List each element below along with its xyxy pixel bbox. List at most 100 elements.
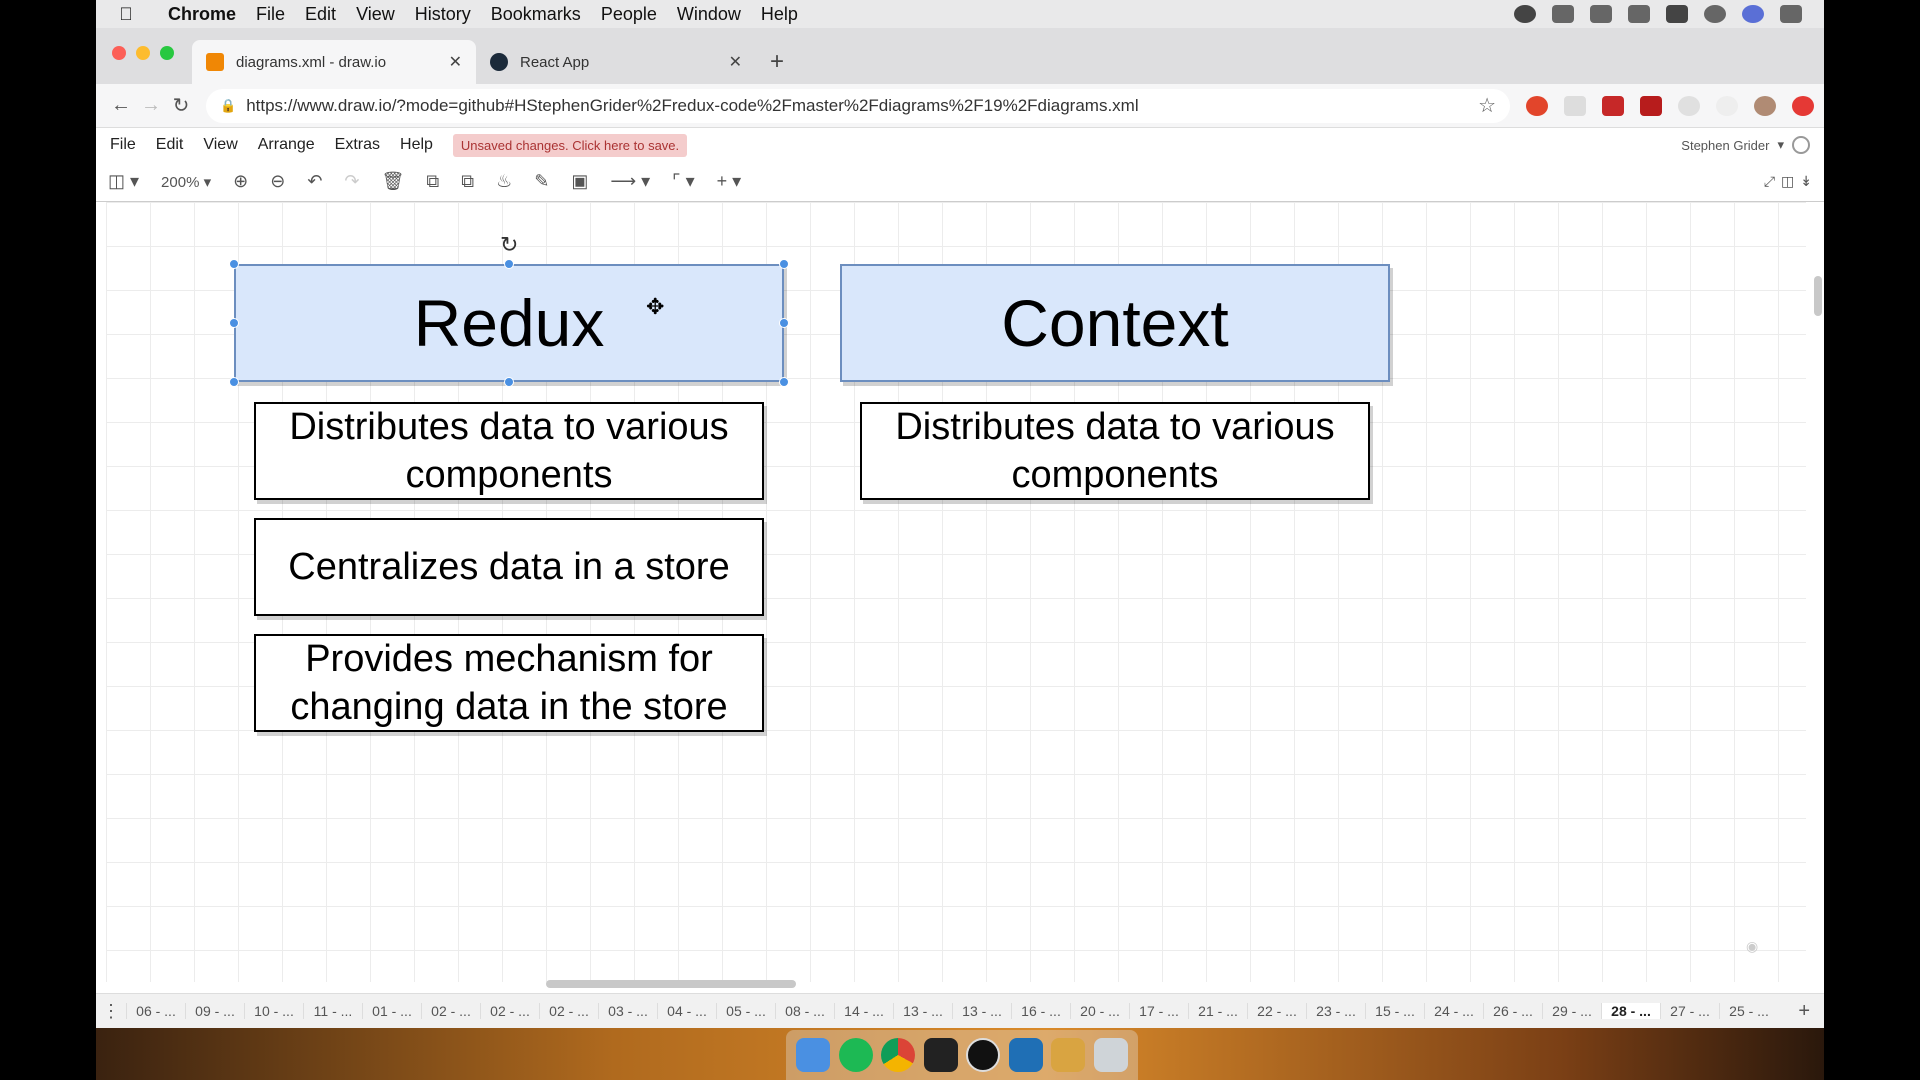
page-tab[interactable]: 08 - ... (775, 1003, 834, 1019)
resize-handle-n[interactable] (504, 259, 514, 269)
page-tab[interactable]: 21 - ... (1188, 1003, 1247, 1019)
page-tab[interactable]: 02 - ... (421, 1003, 480, 1019)
drawio-menu-extras[interactable]: Extras (335, 136, 380, 154)
forward-icon[interactable]: → (136, 94, 166, 117)
drawio-menu-edit[interactable]: Edit (156, 136, 184, 154)
vertical-scrollbar[interactable] (1814, 276, 1822, 316)
lock-icon[interactable]: 🔒 (220, 98, 236, 114)
extension-red-circle-icon[interactable] (1792, 95, 1814, 116)
page-tab[interactable]: 13 - ... (952, 1003, 1011, 1019)
resize-handle-w[interactable] (229, 318, 239, 328)
diagram-canvas[interactable]: Redux ↻ ✥ Context Distributes data to va… (106, 202, 1806, 982)
page-tab[interactable]: 20 - ... (1070, 1003, 1129, 1019)
maximize-window-icon[interactable] (160, 46, 174, 60)
close-tab-icon[interactable]: ✕ (729, 52, 742, 72)
redux-item-1-shape[interactable]: Distributes data to various components (254, 402, 764, 500)
page-tab[interactable]: 13 - ... (893, 1003, 952, 1019)
mac-menu-history[interactable]: History (415, 4, 471, 25)
to-front-icon[interactable]: ⧉ (426, 171, 439, 192)
extension-lastpass-icon[interactable] (1602, 95, 1624, 116)
page-tab[interactable]: 25 - ... (1719, 1003, 1778, 1019)
page-tab[interactable]: 24 - ... (1424, 1003, 1483, 1019)
page-tab[interactable]: 06 - ... (126, 1003, 185, 1019)
page-tab[interactable]: 05 - ... (716, 1003, 775, 1019)
close-tab-icon[interactable]: ✕ (449, 52, 462, 72)
page-tab[interactable]: 09 - ... (185, 1003, 244, 1019)
mac-menu-help[interactable]: Help (761, 4, 798, 25)
language-globe-icon[interactable] (1792, 136, 1810, 154)
battery-icon[interactable] (1666, 5, 1688, 23)
opera-icon[interactable] (1514, 5, 1536, 23)
app-menu-chrome[interactable]: Chrome (168, 4, 236, 25)
close-window-icon[interactable] (112, 46, 126, 60)
page-tab[interactable]: 27 - ... (1660, 1003, 1719, 1019)
obs-icon[interactable] (966, 1038, 1001, 1072)
page-tab[interactable]: 02 - ... (480, 1003, 539, 1019)
resize-handle-s[interactable] (504, 377, 514, 387)
add-page-icon[interactable]: + (1798, 1000, 1810, 1023)
extension-gray-icon[interactable] (1678, 95, 1700, 116)
page-tab[interactable]: 15 - ... (1365, 1003, 1424, 1019)
wifi-icon[interactable] (1628, 5, 1650, 23)
context-header-shape[interactable]: Context (840, 264, 1390, 382)
fill-color-icon[interactable]: ♨ (496, 171, 512, 192)
apple-menu-icon[interactable]:  (106, 4, 146, 25)
page-tab[interactable]: 14 - ... (834, 1003, 893, 1019)
undo-icon[interactable]: ↶ (307, 171, 322, 192)
spotlight-search-icon[interactable] (1704, 5, 1726, 23)
resize-handle-nw[interactable] (229, 259, 239, 269)
mac-menu-window[interactable]: Window (677, 4, 741, 25)
page-tab-active[interactable]: 28 - ... (1601, 1003, 1660, 1019)
chrome-icon[interactable] (881, 1038, 916, 1072)
tab-react-app[interactable]: React App ✕ (476, 40, 756, 84)
format-panel-icon[interactable]: ◫ ▾ (108, 171, 139, 192)
siri-icon[interactable] (1742, 5, 1764, 23)
resize-handle-e[interactable] (779, 318, 789, 328)
bookmark-star-icon[interactable]: ☆ (1478, 93, 1496, 118)
resize-handle-ne[interactable] (779, 259, 789, 269)
glasses-icon[interactable] (1552, 5, 1574, 23)
notification-center-icon[interactable] (1780, 5, 1802, 23)
redo-icon[interactable]: ↷ (344, 171, 359, 192)
waypoints-icon[interactable]: ⌜ ▾ (672, 171, 694, 192)
page-tab[interactable]: 03 - ... (598, 1003, 657, 1019)
reload-icon[interactable]: ↻ (166, 93, 196, 118)
zoom-in-icon[interactable]: ⊕ (233, 171, 248, 192)
terminal-icon[interactable] (923, 1038, 958, 1072)
fullscreen-icon[interactable]: ⤢ (1764, 173, 1775, 190)
drawio-menu-arrange[interactable]: Arrange (258, 136, 315, 154)
sequel-pro-icon[interactable] (1051, 1038, 1086, 1072)
insert-icon[interactable]: + ▾ (717, 171, 742, 192)
redux-item-2-shape[interactable]: Centralizes data in a store (254, 518, 764, 616)
url-bar[interactable]: 🔒 https://www.draw.io/?mode=github#HStep… (206, 88, 1510, 123)
page-tab[interactable]: 01 - ... (362, 1003, 421, 1019)
mac-menu-edit[interactable]: Edit (305, 4, 336, 25)
extension-red-icon[interactable] (1526, 95, 1548, 116)
zoom-select[interactable]: 200% ▾ (161, 173, 211, 191)
delete-icon[interactable]: 🗑 (382, 171, 405, 192)
mac-menu-people[interactable]: People (601, 4, 657, 25)
page-tab[interactable]: 02 - ... (539, 1003, 598, 1019)
page-tab[interactable]: 11 - ... (303, 1003, 362, 1019)
page-tab[interactable]: 22 - ... (1247, 1003, 1306, 1019)
sidebar-toggle-icon[interactable]: ◫ (1781, 173, 1794, 190)
drawio-menu-file[interactable]: File (110, 136, 136, 154)
drawio-menu-help[interactable]: Help (400, 136, 433, 154)
connection-icon[interactable]: ⟶ ▾ (610, 171, 650, 192)
user-menu[interactable]: Stephen Grider ▾ (1681, 136, 1810, 154)
extension-ublock-icon[interactable] (1640, 95, 1662, 116)
collapse-icon[interactable]: ↡ (1800, 173, 1812, 190)
mac-menu-bookmarks[interactable]: Bookmarks (491, 4, 581, 25)
page-tab[interactable]: 26 - ... (1483, 1003, 1542, 1019)
page-tab[interactable]: 16 - ... (1011, 1003, 1070, 1019)
page-tab[interactable]: 04 - ... (657, 1003, 716, 1019)
css-extension-icon[interactable] (1564, 95, 1586, 116)
page-tab[interactable]: 10 - ... (244, 1003, 303, 1019)
trash-icon[interactable] (1093, 1038, 1128, 1072)
shadow-icon[interactable]: ▣ (571, 171, 588, 192)
unsaved-changes-button[interactable]: Unsaved changes. Click here to save. (452, 133, 688, 157)
page-tab[interactable]: 17 - ... (1129, 1003, 1188, 1019)
mac-menu-file[interactable]: File (256, 4, 285, 25)
resize-handle-sw[interactable] (229, 377, 239, 387)
new-tab-icon[interactable]: + (770, 48, 784, 76)
